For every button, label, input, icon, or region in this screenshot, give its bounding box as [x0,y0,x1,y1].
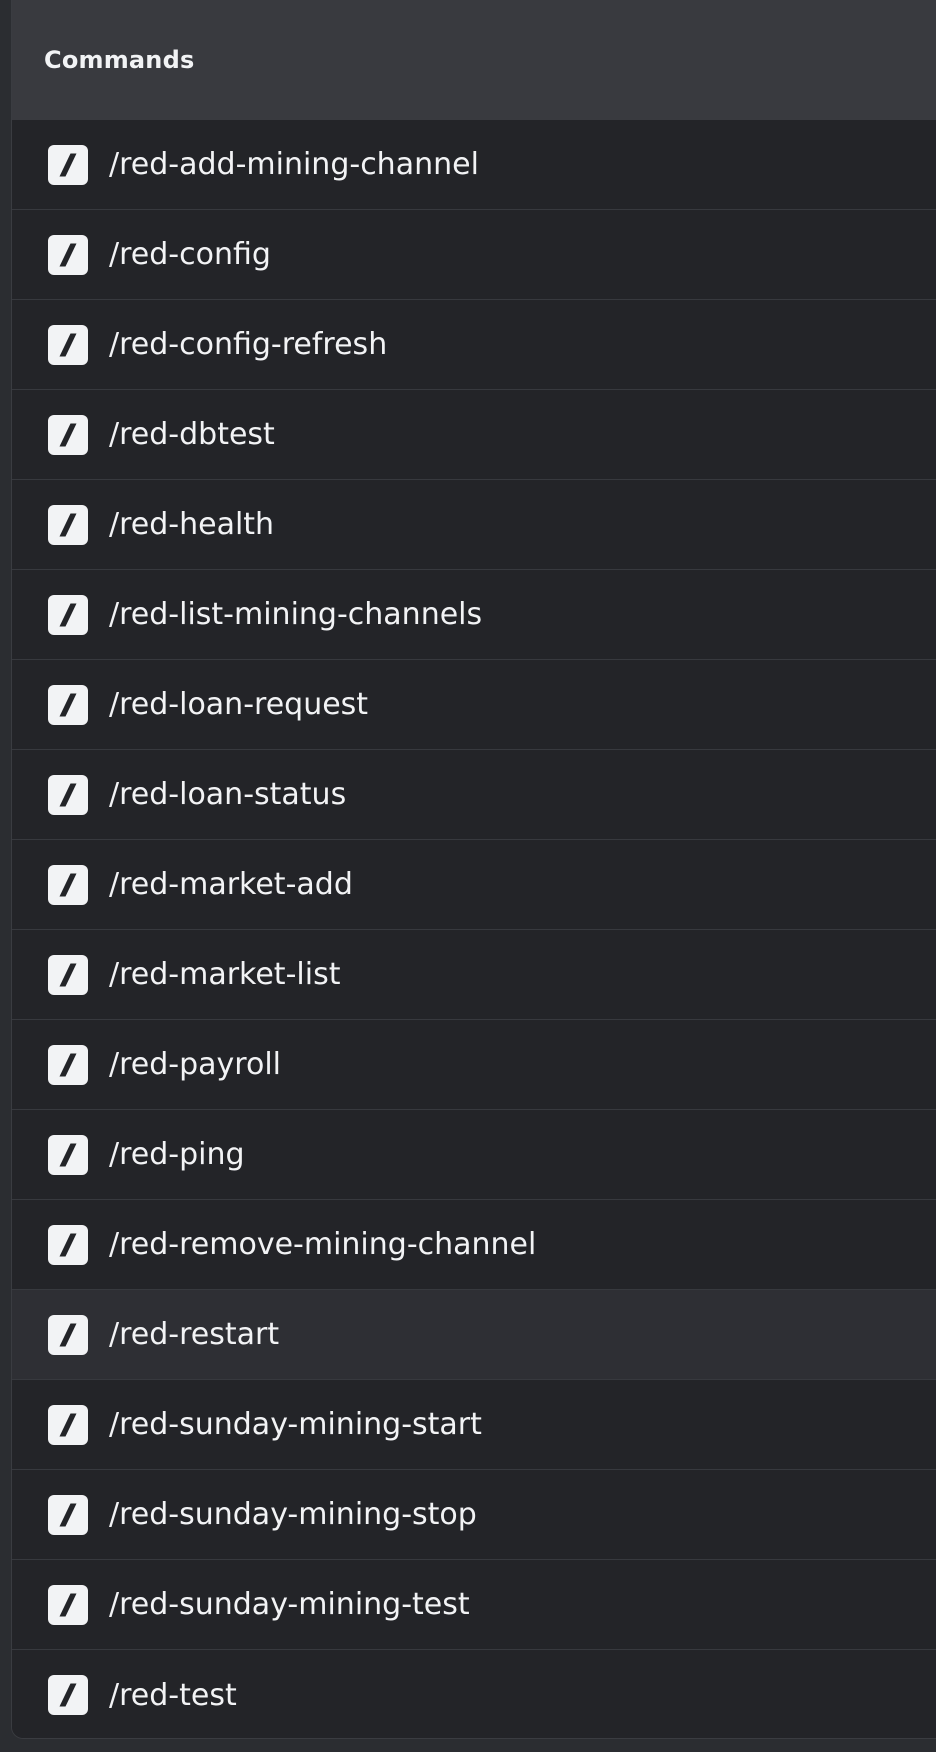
commands-panel: Commands /red-add-mining-channel /red-co… [11,0,936,1739]
command-item-red-sunday-mining-start[interactable]: /red-sunday-mining-start [12,1380,936,1470]
slash-command-icon [48,1314,88,1355]
command-item-red-sunday-mining-test[interactable]: /red-sunday-mining-test [12,1560,936,1650]
slash-command-icon [48,1134,88,1175]
command-item-red-ping[interactable]: /red-ping [12,1110,936,1200]
slash-command-icon [48,504,88,545]
command-item-red-sunday-mining-stop[interactable]: /red-sunday-mining-stop [12,1470,936,1560]
command-item-red-loan-status[interactable]: /red-loan-status [12,750,936,840]
command-name: /red-market-list [109,957,341,992]
command-name: /red-config [109,237,271,272]
command-name: /red-sunday-mining-test [109,1587,470,1622]
slash-command-icon [48,1494,88,1535]
command-item-red-dbtest[interactable]: /red-dbtest [12,390,936,480]
commands-panel-header: Commands [12,0,936,120]
command-name: /red-payroll [109,1047,281,1082]
command-item-red-test[interactable]: /red-test [12,1650,936,1738]
command-item-red-loan-request[interactable]: /red-loan-request [12,660,936,750]
command-name: /red-restart [109,1317,280,1352]
command-item-red-market-list[interactable]: /red-market-list [12,930,936,1020]
command-item-red-config-refresh[interactable]: /red-config-refresh [12,300,936,390]
command-item-red-config[interactable]: /red-config [12,210,936,300]
slash-command-icon [48,774,88,815]
slash-command-icon [48,954,88,995]
slash-command-icon [48,1044,88,1085]
command-name: /red-dbtest [109,417,275,452]
slash-command-icon [48,594,88,635]
command-item-red-health[interactable]: /red-health [12,480,936,570]
slash-command-icon [48,1584,88,1625]
slash-command-icon [48,414,88,455]
command-item-red-add-mining-channel[interactable]: /red-add-mining-channel [12,120,936,210]
command-list: /red-add-mining-channel /red-config /red… [12,120,936,1738]
slash-command-icon [48,864,88,905]
command-item-red-remove-mining-channel[interactable]: /red-remove-mining-channel [12,1200,936,1290]
command-name: /red-sunday-mining-stop [109,1497,477,1532]
slash-command-icon [48,324,88,365]
command-name: /red-market-add [109,867,353,902]
command-item-red-market-add[interactable]: /red-market-add [12,840,936,930]
command-name: /red-test [109,1677,237,1713]
command-name: /red-config-refresh [109,327,388,362]
command-item-red-list-mining-channels[interactable]: /red-list-mining-channels [12,570,936,660]
panel-title: Commands [44,46,195,74]
command-name: /red-loan-status [109,777,347,812]
command-name: /red-list-mining-channels [109,597,483,632]
slash-command-icon [48,1224,88,1265]
command-item-red-restart[interactable]: /red-restart [12,1290,936,1380]
slash-command-icon [48,1675,88,1715]
slash-command-icon [48,1404,88,1445]
command-name: /red-sunday-mining-start [109,1407,482,1442]
command-name: /red-loan-request [109,687,369,722]
command-name: /red-health [109,507,275,542]
command-name: /red-remove-mining-channel [109,1227,537,1262]
command-item-red-payroll[interactable]: /red-payroll [12,1020,936,1110]
slash-command-icon [48,144,88,185]
slash-command-icon [48,234,88,275]
command-name: /red-add-mining-channel [109,147,479,182]
slash-command-icon [48,684,88,725]
command-name: /red-ping [109,1137,245,1172]
